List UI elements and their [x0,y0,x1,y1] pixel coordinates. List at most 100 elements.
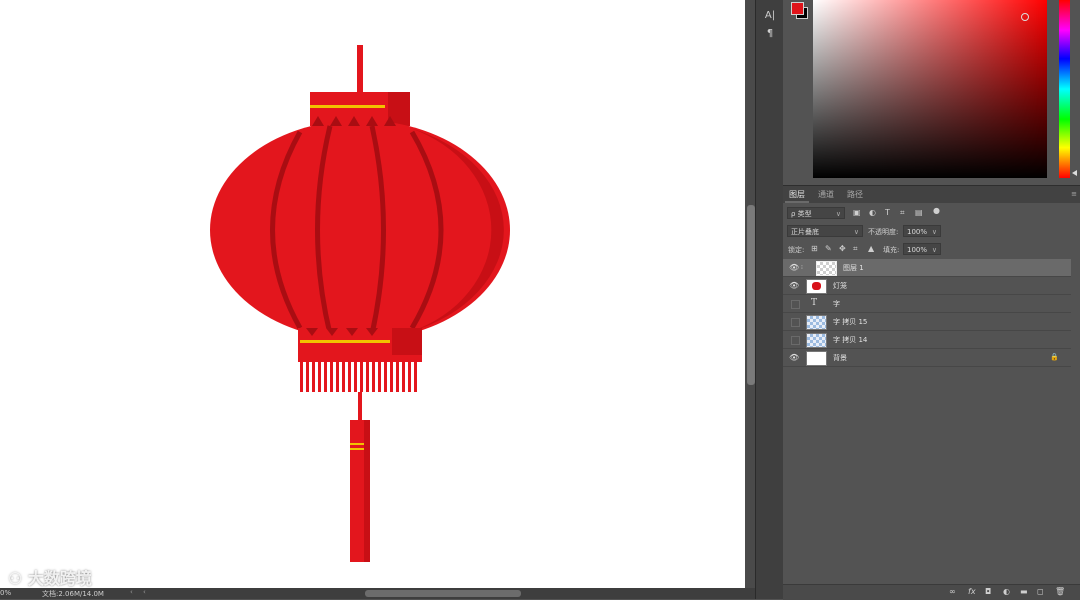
layer-row[interactable]: 字 拷贝 15 [783,313,1071,331]
add-mask-icon[interactable]: ◘ [985,587,991,596]
opacity-input[interactable]: 100% ∨ [903,225,941,237]
tab-layers[interactable]: 图层 [789,189,805,200]
lock-image-icon[interactable]: ✎ [825,244,832,253]
filter-pixel-icon[interactable]: ▣ [853,208,861,217]
saturation-brightness-field[interactable] [813,0,1047,178]
filter-smart-object-icon[interactable]: ▤ [915,208,923,217]
layer-row[interactable]: 字 拷贝 14 [783,331,1071,349]
layer-name[interactable]: 背景 [833,353,847,363]
layer-thumbnail [806,315,827,330]
layer-name[interactable]: 图层 1 [843,263,864,273]
new-layer-icon[interactable]: ◻ [1037,587,1044,596]
scroll-left-small-arrow-icon[interactable]: ‹ [143,588,146,596]
tab-paths[interactable]: 路径 [847,189,863,200]
layer-row[interactable]: 👁 ⁝ 图层 1 [783,259,1071,277]
layer-name[interactable]: 灯笼 [833,281,847,291]
lantern-bottom-cap-shade [392,328,422,355]
type-layer-icon: T [811,298,818,308]
blend-mode-dropdown[interactable]: 正片叠底 ∨ [787,225,863,237]
new-group-icon[interactable]: ▬ [1020,587,1028,596]
blend-opacity-row: 正片叠底 ∨ 不透明度: 100% ∨ [783,223,1080,240]
right-panels: 图层 通道 路径 ≡ ρ 类型 ∨ ▣ ◐ T ⌗ ▤ ● 正片叠底 ∨ 不透明… [783,0,1080,600]
filter-shape-icon[interactable]: ⌗ [900,208,905,218]
vertical-scroll-thumb[interactable] [747,205,755,385]
paragraph-panel-icon[interactable]: ¶ [756,28,784,39]
zoom-readout[interactable]: 0% [0,589,11,597]
layer-row[interactable]: 👁 灯笼 [783,277,1071,295]
watermark-logo: ⚇ 大数跨境 [8,565,92,589]
opacity-value: 100% [907,228,928,236]
lantern-fringe [300,362,417,392]
layer-name[interactable]: 字 [833,299,840,309]
filter-adjustment-icon[interactable]: ◐ [869,208,876,217]
chevron-down-icon: ∨ [835,210,841,218]
hue-slider[interactable] [1059,0,1070,178]
layers-panel-tabs: 图层 通道 路径 ≡ [783,185,1080,203]
fill-input[interactable]: 100% ∨ [903,243,941,255]
layer-thumbnail [806,333,827,348]
filter-toggle-icon[interactable]: ● [933,206,940,215]
visibility-off-icon[interactable] [791,336,800,345]
layers-bottom-toolbar: ∞ fx ◘ ◐ ▬ ◻ 🗑 [783,584,1080,600]
blend-mode-label: 正片叠底 [791,228,819,236]
status-bar: 0% 文档:2.06M/14.0M ‹ ‹ [0,588,755,599]
visibility-off-icon[interactable] [791,318,800,327]
lantern-stem-top [357,45,363,93]
vertical-scrollbar[interactable] [745,0,755,588]
active-tab-indicator [785,201,809,203]
layer-thumbnail [806,351,827,366]
layer-name[interactable]: 字 拷贝 15 [833,317,867,327]
delete-layer-icon[interactable]: 🗑 [1055,587,1065,596]
watermark-text: 大数跨境 [27,569,92,588]
chevron-down-icon: ∨ [931,246,937,254]
lock-position-icon[interactable]: ✥ [839,244,846,253]
color-picker [783,0,1080,184]
layer-row[interactable]: 👁 背景 🔒 [783,349,1071,367]
layer-link-icon: ⁝ [801,264,803,271]
lantern-tassel-shade [364,420,370,562]
lantern-body [210,120,510,340]
lantern-artwork [210,45,510,562]
lantern-string [358,392,362,422]
fill-label: 填充: [883,246,900,254]
foreground-color-swatch[interactable] [791,2,804,15]
opacity-label: 不透明度: [868,228,899,236]
lantern-tassel-gold-band [350,448,364,450]
layer-name[interactable]: 字 拷贝 14 [833,335,867,345]
filter-type-icon[interactable]: T [885,208,890,217]
scroll-left-arrow-icon[interactable]: ‹ [130,588,133,596]
panel-tool-strip: A| ¶ [755,0,784,599]
visibility-eye-icon[interactable]: 👁 [789,281,799,291]
tab-channels[interactable]: 通道 [818,189,834,200]
lantern-fringe-band [298,355,422,362]
adjustment-layer-icon[interactable]: ◐ [1003,587,1010,596]
visibility-eye-icon[interactable]: 👁 [789,263,799,273]
lock-transparent-icon[interactable]: ⊞ [811,244,818,253]
lantern-top-gold-band [310,105,385,108]
chevron-down-icon: ∨ [853,228,859,236]
lock-artboard-icon[interactable]: ⌗ [853,244,858,254]
hue-slider-marker-icon[interactable] [1072,170,1077,176]
watermark-glyph-icon: ⚇ [8,569,28,588]
layer-filter-label: ρ 类型 [791,210,812,218]
layer-style-fx-icon[interactable]: fx [968,587,976,596]
layer-filter-dropdown[interactable]: ρ 类型 ∨ [787,207,845,219]
lock-all-icon[interactable]: ▲ [868,244,874,253]
layer-thumbnail [806,279,827,294]
lantern-bottom-gold-band [300,340,390,343]
color-cursor-icon[interactable] [1021,13,1029,21]
fill-value: 100% [907,246,928,254]
visibility-eye-icon[interactable]: 👁 [789,353,799,363]
lock-fill-row: 锁定: ⊞ ✎ ✥ ⌗ ▲ 填充: 100% ∨ [783,241,1080,258]
horizontal-scroll-thumb[interactable] [365,590,521,597]
layer-filter-row: ρ 类型 ∨ ▣ ◐ T ⌗ ▤ ● [783,205,1080,222]
document-size-readout[interactable]: 文档:2.06M/14.0M [42,589,104,599]
visibility-off-icon[interactable] [791,300,800,309]
character-panel-icon[interactable]: A| [756,10,784,21]
document-canvas[interactable] [0,0,745,588]
link-layers-icon[interactable]: ∞ [949,587,956,596]
panel-menu-icon[interactable]: ≡ [1071,190,1077,198]
layer-row[interactable]: T 字 [783,295,1071,313]
layer-thumbnail [816,261,837,276]
lock-label: 锁定: [788,246,805,254]
